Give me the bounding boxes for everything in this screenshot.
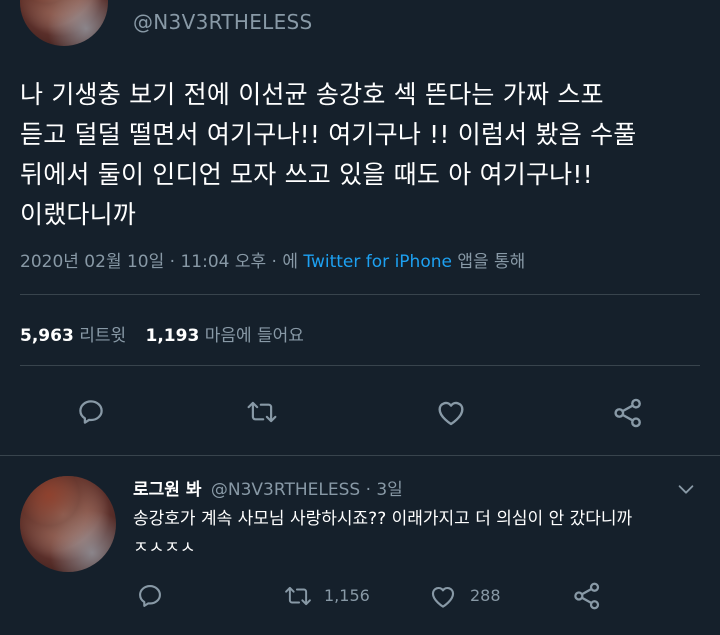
reply-icon[interactable] — [76, 397, 106, 427]
reply-text: 송강호가 계속 사모님 사랑하시죠?? 이래가지고 더 의심이 안 갔다니까 ㅈ… — [133, 509, 633, 558]
retweets-stat[interactable]: 5,963 리트윗 — [20, 326, 132, 346]
tweet-stats: 5,963 리트윗 1,193 마음에 들어요 — [20, 321, 304, 346]
divider — [20, 294, 700, 295]
tweet-timestamp[interactable]: 2020년 02월 10일 · 11:04 오후 · 에 — [20, 252, 298, 272]
divider — [0, 455, 720, 456]
divider — [20, 365, 700, 366]
tweet-meta: 2020년 02월 10일 · 11:04 오후 · 에 Twitter for… — [20, 247, 525, 272]
likes-label: 마음에 들어요 — [204, 326, 304, 346]
tweet-text: 나 기생충 보기 전에 이선균 송강호 섹 뜬다는 가짜 스포 듣고 덜덜 떨면… — [20, 80, 637, 229]
author-avatar[interactable] — [20, 0, 108, 46]
reply-like-count: 288 — [470, 586, 501, 605]
author-handle[interactable]: @N3V3RTHELESS — [133, 10, 313, 34]
reply-display-name[interactable]: 로그원 봐 — [133, 480, 201, 500]
reply-avatar[interactable] — [20, 476, 116, 572]
retweet-icon[interactable] — [245, 397, 279, 427]
reply-icon[interactable] — [136, 582, 164, 610]
heart-icon[interactable] — [435, 397, 467, 427]
likes-stat[interactable]: 1,193 마음에 들어요 — [146, 326, 304, 346]
reply-time[interactable]: · 3일 — [366, 480, 403, 500]
reply-retweet-count: 1,156 — [324, 586, 370, 605]
tweet-source-link[interactable]: Twitter for iPhone — [303, 252, 452, 272]
reply-handle[interactable]: @N3V3RTHELESS — [211, 480, 360, 500]
retweets-label: 리트윗 — [79, 326, 127, 346]
reply-header: 로그원 봐 @N3V3RTHELESS · 3일 — [133, 475, 403, 500]
heart-icon[interactable] — [428, 583, 458, 609]
tweet-source-suffix: 앱을 통해 — [457, 252, 526, 272]
likes-count: 1,193 — [145, 326, 200, 346]
chevron-down-icon[interactable] — [674, 478, 698, 500]
share-icon[interactable] — [572, 581, 602, 611]
retweet-icon[interactable] — [282, 583, 314, 609]
retweets-count: 5,963 — [20, 326, 74, 346]
share-icon[interactable] — [612, 397, 644, 429]
